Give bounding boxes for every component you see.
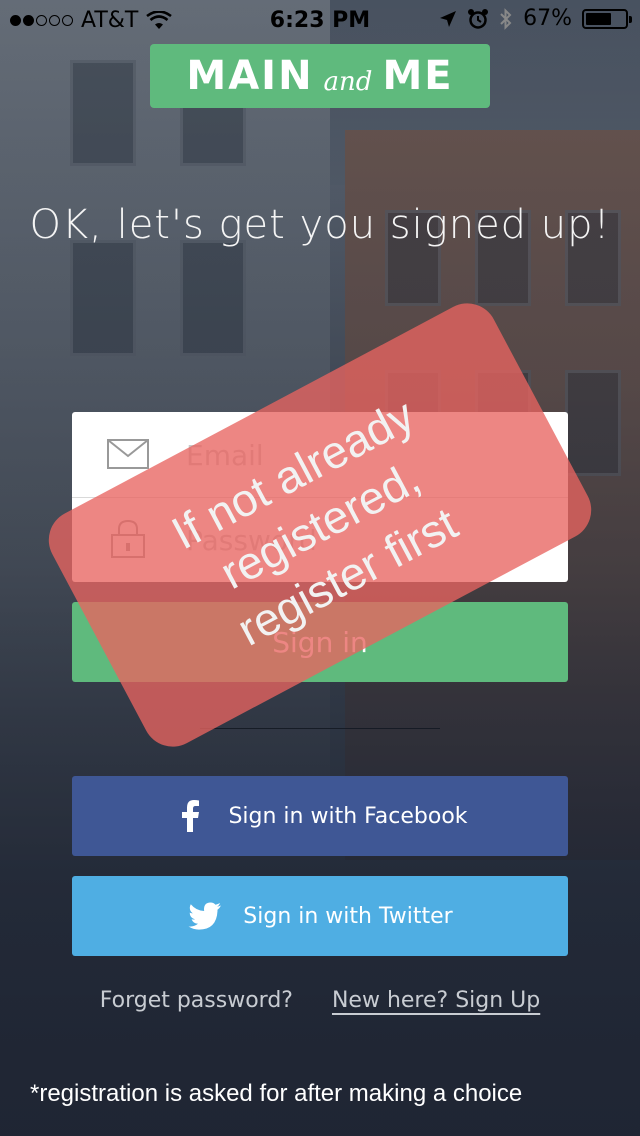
twitter-sign-in-button[interactable]: Sign in with Twitter xyxy=(72,876,568,956)
location-arrow-icon xyxy=(440,10,457,27)
alarm-clock-icon xyxy=(468,8,489,29)
facebook-icon xyxy=(172,798,208,834)
account-links: Forget password? New here? Sign Up xyxy=(0,988,640,1013)
sign-up-link[interactable]: New here? Sign Up xyxy=(332,988,540,1013)
status-icons: 67% xyxy=(439,6,632,31)
divider xyxy=(200,728,440,729)
bluetooth-icon xyxy=(500,7,512,30)
twitter-sign-in-label: Sign in with Twitter xyxy=(243,903,453,929)
battery-icon xyxy=(582,8,632,29)
envelope-icon xyxy=(107,439,149,469)
app-logo: MAIN and ME xyxy=(150,44,490,108)
facebook-sign-in-button[interactable]: Sign in with Facebook xyxy=(72,776,568,856)
facebook-sign-in-label: Sign in with Facebook xyxy=(228,803,468,829)
logo-word-and: and xyxy=(323,67,373,97)
page-headline: OK, let's get you signed up! xyxy=(29,202,611,248)
logo-word-me: ME xyxy=(382,53,454,99)
status-bar: AT&T 6:23 PM 67% xyxy=(0,0,640,40)
forgot-password-link[interactable]: Forget password? xyxy=(100,988,293,1013)
battery-percent: 67% xyxy=(523,6,572,31)
registration-footnote: *registration is asked for after making … xyxy=(30,1080,523,1107)
logo-word-main: MAIN xyxy=(186,53,314,99)
twitter-bird-icon xyxy=(187,898,223,934)
